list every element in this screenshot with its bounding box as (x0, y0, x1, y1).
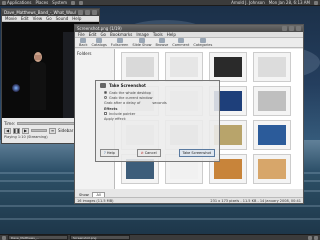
top-panel: Applications Places System Arnold J. Joh… (0, 0, 320, 6)
thumbnail-image (258, 91, 286, 111)
menu-help[interactable]: Help (72, 16, 81, 21)
image-thumbnail[interactable] (121, 52, 159, 82)
apply-effect-select[interactable]: Apply effect: (104, 116, 211, 121)
launcher-icon[interactable] (71, 0, 76, 5)
dialog-title: Take Screenshot (109, 82, 146, 88)
taskbar-video-player[interactable]: Dave_Matthews_... (8, 235, 68, 240)
menu-bookmarks[interactable]: Bookmarks (110, 32, 132, 37)
take-screenshot-button[interactable]: Take Screenshot (178, 149, 215, 157)
places-label: Places (35, 0, 49, 5)
wave (0, 218, 320, 220)
menu-image[interactable]: Image (136, 32, 149, 37)
time-label: Time: (4, 121, 16, 126)
image-viewer-toolbar: Back Catalogs Fullscreen Slide Show Brow… (75, 38, 303, 48)
menu-view[interactable]: View (33, 16, 43, 21)
dialog-header: Take Screenshot (96, 81, 219, 89)
image-thumbnail[interactable] (253, 52, 291, 82)
image-count: 16 images (11.5 MB) (77, 198, 114, 203)
menu-go[interactable]: Go (100, 32, 106, 37)
image-viewer-statusbar: 16 images (11.5 MB) 231 x 173 pixels - 1… (75, 197, 303, 203)
system-menu[interactable]: System (52, 0, 67, 5)
thumbnail-image (170, 57, 198, 77)
thumbnail-image (258, 57, 286, 77)
applications-label: Applications (7, 0, 32, 5)
back-button[interactable]: Back (79, 38, 88, 47)
maximize-icon[interactable] (85, 10, 90, 15)
pause-icon[interactable]: ❚❚ (13, 127, 20, 134)
volume-slider[interactable] (31, 129, 47, 132)
folders-label: Folders (77, 51, 92, 56)
workspace-switcher-icon[interactable] (308, 235, 312, 240)
image-thumbnail[interactable] (253, 154, 291, 184)
system-label: System (52, 0, 68, 5)
thumbnail-image (214, 57, 242, 77)
video-player-titlebar[interactable]: Dave_Matthews_Band_-_What_Would_You_Say (2, 9, 99, 16)
bottom-panel: Dave_Matthews_... Screenshot.png (0, 234, 320, 240)
applications-menu[interactable]: Applications (2, 0, 31, 5)
user-name[interactable]: Arnold J. Johnson (231, 0, 265, 5)
menu-go[interactable]: Go (46, 16, 52, 21)
grab-delay-field[interactable]: Grab after a delay of seconds (104, 100, 211, 105)
trash-icon[interactable] (314, 235, 318, 240)
cancel-icon: ⊘ (140, 151, 144, 155)
slideshow-button[interactable]: Slide Show (132, 38, 152, 47)
window-title: Dave_Matthews_Band_-_What_Would_You_Say (4, 10, 76, 15)
menu-edit[interactable]: Edit (89, 32, 97, 37)
take-screenshot-dialog: Take Screenshot Grab the whole desktop G… (95, 80, 220, 162)
image-info: 231 x 173 pixels - 11.5 KB - 14 January … (210, 198, 301, 203)
next-icon[interactable]: ▶ (22, 127, 29, 134)
image-thumbnail[interactable] (209, 52, 247, 82)
thumbnail-image (126, 57, 154, 77)
taskbar-image-viewer[interactable]: Screenshot.png (70, 235, 130, 240)
thumbnail-image (258, 159, 286, 179)
close-icon[interactable] (296, 26, 301, 31)
sidebar-label: Sidebar (58, 128, 74, 133)
show-desktop-icon[interactable] (2, 235, 6, 240)
menu-sound[interactable]: Sound (56, 16, 69, 21)
stage-light (12, 84, 20, 92)
power-icon[interactable] (314, 0, 318, 5)
menu-file[interactable]: File (78, 32, 85, 37)
places-menu[interactable]: Places (35, 0, 48, 5)
camera-icon (100, 82, 106, 88)
menu-help[interactable]: Help (167, 32, 176, 37)
image-thumbnail[interactable] (165, 52, 203, 82)
thumbnail-image (258, 125, 286, 145)
close-icon[interactable] (92, 10, 97, 15)
fullscreen-button[interactable]: Fullscreen (111, 38, 128, 47)
comment-button[interactable]: Comment (172, 38, 189, 47)
cancel-button[interactable]: ⊘ Cancel (136, 149, 161, 157)
image-viewer-titlebar[interactable]: Screenshot.png (1/19) (75, 25, 303, 32)
window-title: Screenshot.png (1/19) (77, 26, 122, 31)
sidebar-toggle-button[interactable]: ≡ (49, 127, 56, 134)
thumbnail-image (214, 159, 242, 179)
wave (0, 205, 320, 207)
show-label: Show: (79, 192, 90, 197)
effects-section: Effects Include pointer Apply effect: (96, 106, 219, 122)
menu-tools[interactable]: Tools (153, 32, 163, 37)
image-thumbnail[interactable] (253, 120, 291, 150)
gnome-foot-icon (2, 0, 6, 5)
thumbnail-image (126, 159, 154, 179)
image-thumbnail[interactable] (253, 86, 291, 116)
clock[interactable]: Mon Jan 28, 6:13 AM (269, 0, 310, 5)
menu-edit[interactable]: Edit (21, 16, 29, 21)
thumbnail-image (170, 159, 198, 179)
categories-button[interactable]: Categories (193, 38, 212, 47)
performer (30, 62, 46, 110)
previous-icon[interactable]: ◀ (4, 127, 11, 134)
menu-movie[interactable]: Movie (5, 16, 17, 21)
help-button[interactable]: ? Help (100, 149, 119, 157)
catalogs-button[interactable]: Catalogs (92, 38, 107, 47)
grab-options: Grab the whole desktop Grab the current … (96, 89, 219, 106)
dialog-buttons: ? Help ⊘ Cancel Take Screenshot (100, 149, 215, 157)
minimize-icon[interactable] (78, 10, 83, 15)
help-icon: ? (104, 151, 106, 155)
minimize-icon[interactable] (282, 26, 287, 31)
maximize-icon[interactable] (289, 26, 294, 31)
launcher-icon[interactable] (79, 0, 84, 5)
browse-button[interactable]: Browse (156, 38, 168, 47)
